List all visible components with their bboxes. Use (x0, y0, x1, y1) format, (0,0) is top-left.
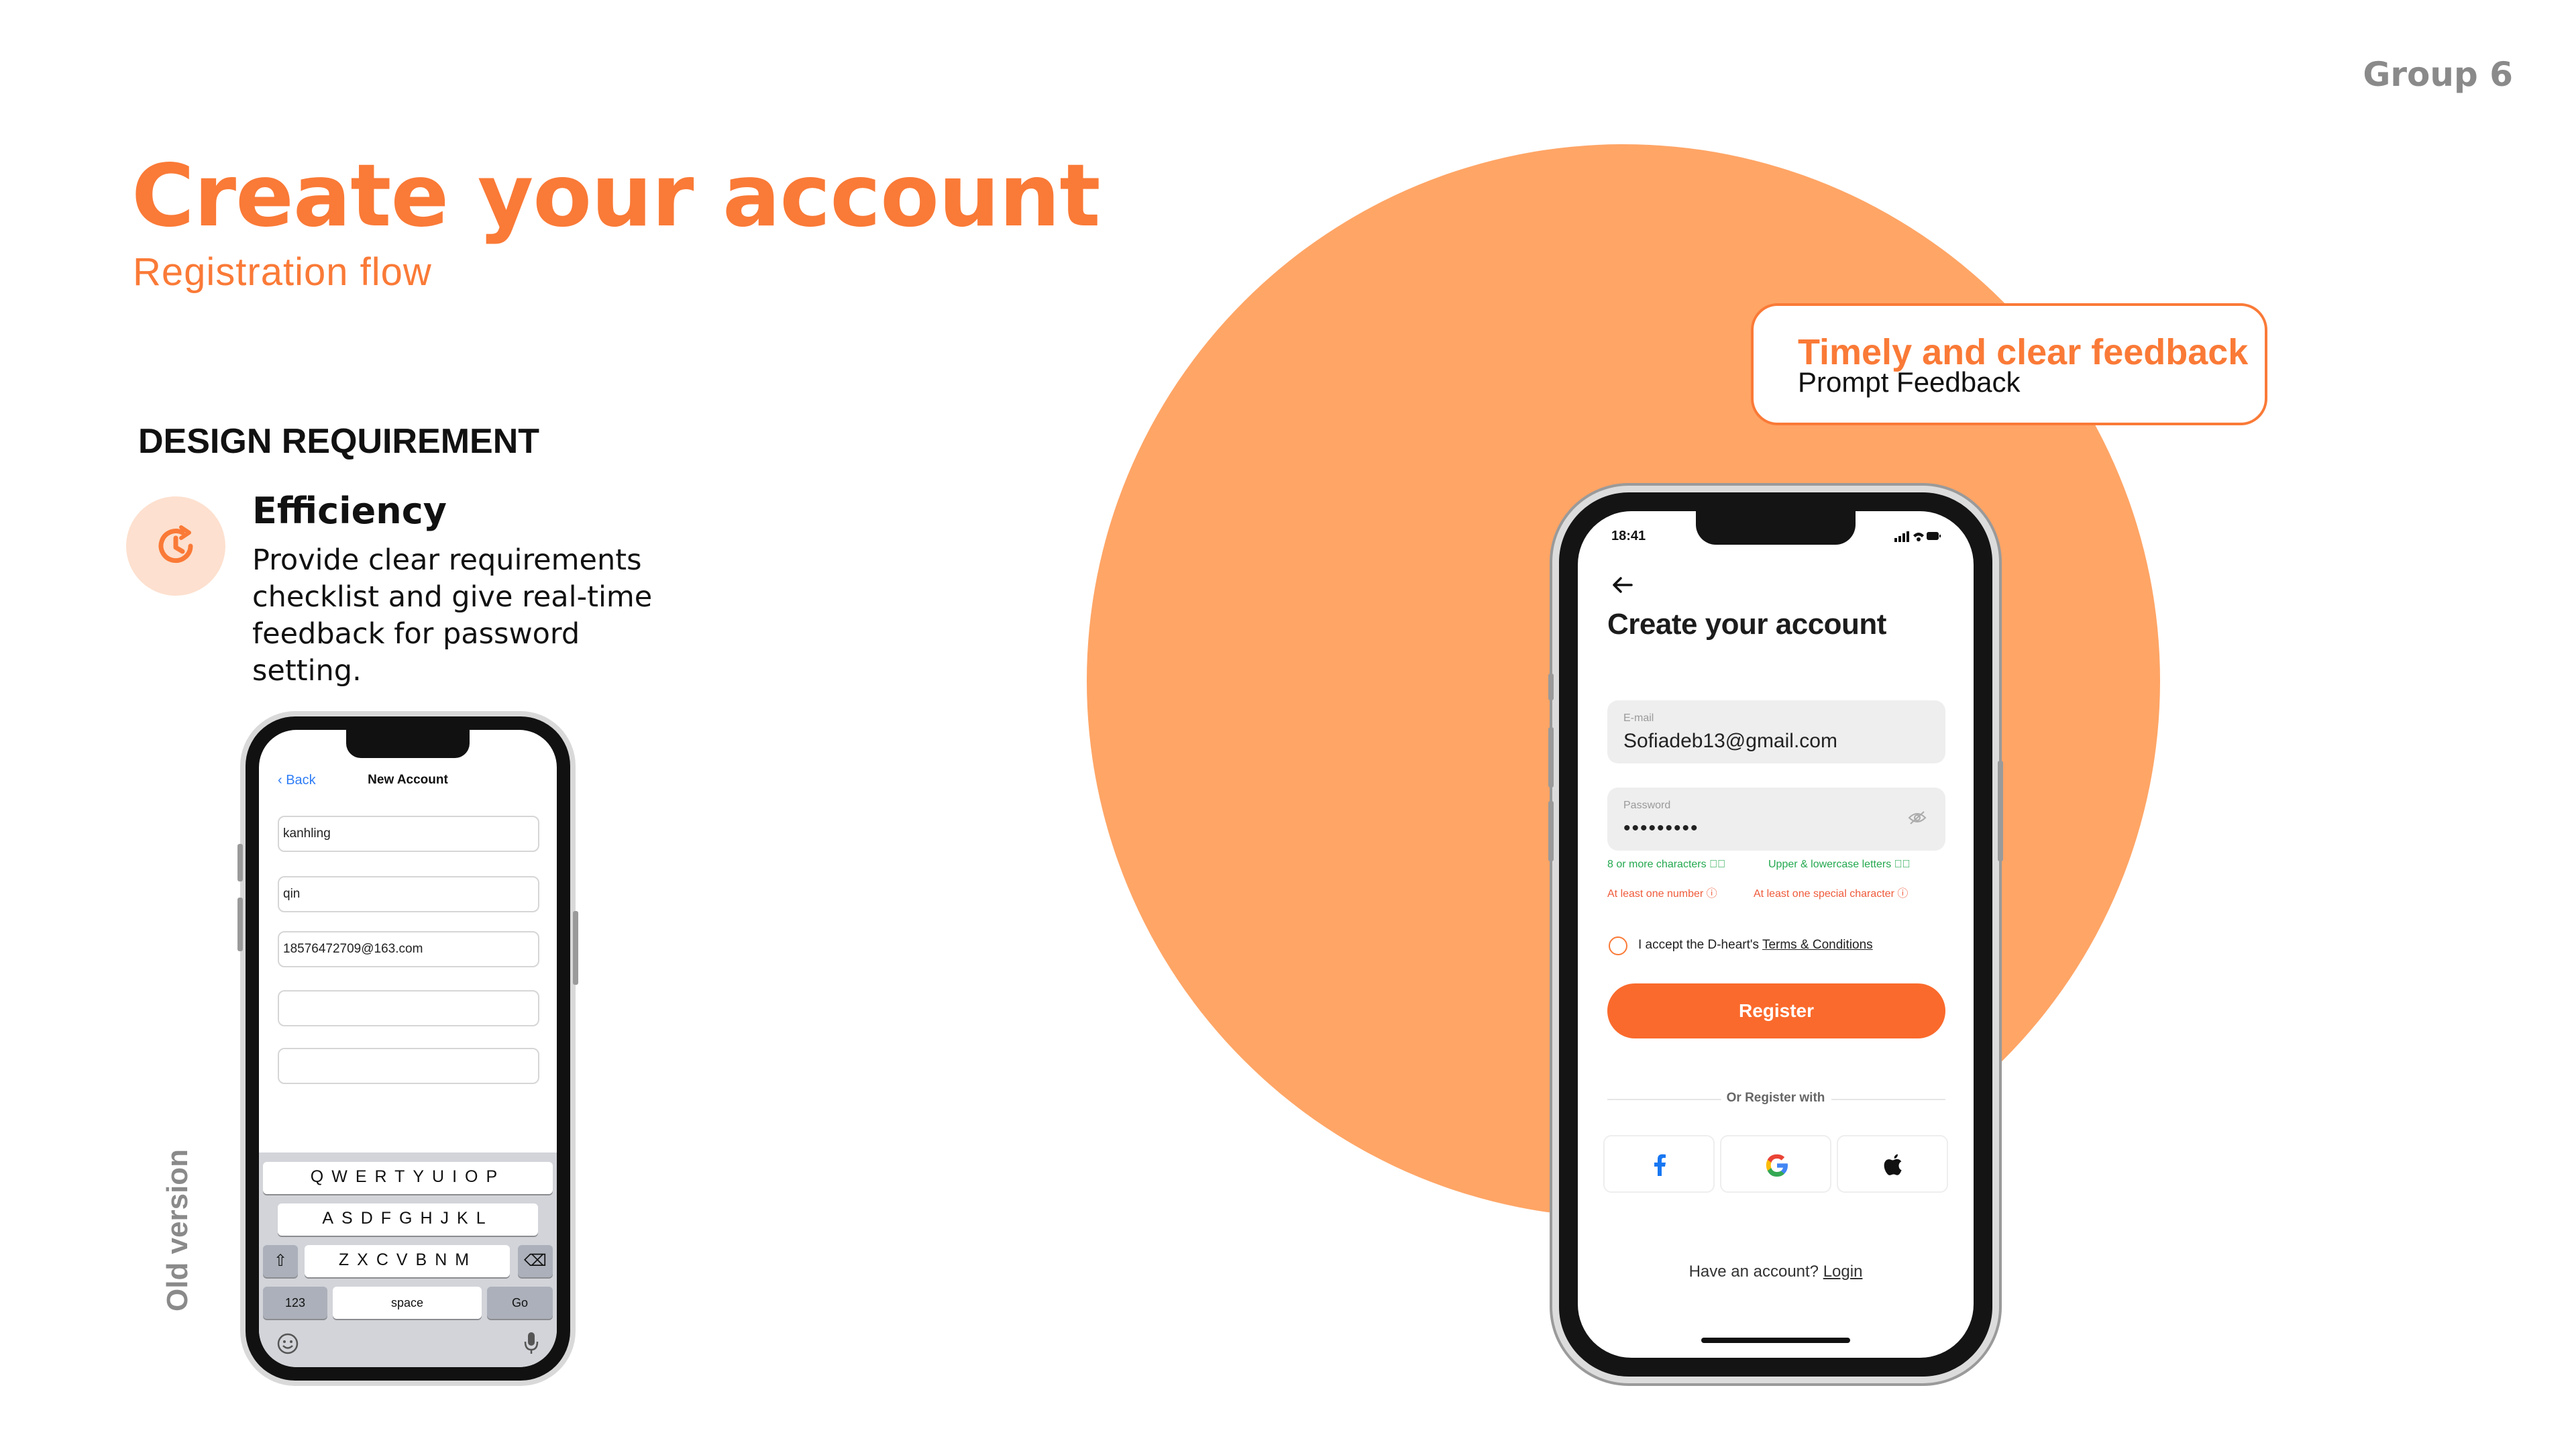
have-account-prefix: Have an account? (1688, 1263, 1823, 1281)
phone-notch (346, 730, 470, 758)
group-label: Group 6 (2363, 55, 2513, 94)
password-label: Password (1623, 800, 1671, 811)
login-link[interactable]: Login (1823, 1263, 1863, 1281)
phone-side-button (1548, 801, 1554, 861)
apple-icon (1884, 1154, 1902, 1175)
register-button[interactable]: Register (1607, 983, 1945, 1038)
keyboard-row-1[interactable]: QWERTYUIOP (259, 1167, 557, 1187)
check-number-text: At least one number (1607, 888, 1704, 900)
phone-notch (1696, 511, 1856, 545)
new-phone-screen: 18:41 Create your account E-mail Sofiade… (1578, 511, 1974, 1358)
check-special: At least one special character ⓘ (1754, 884, 1908, 900)
google-button[interactable] (1720, 1135, 1831, 1193)
phone-side-button (1548, 727, 1554, 788)
password-field[interactable] (278, 990, 539, 1026)
phone-side-button (1548, 674, 1554, 700)
check-number: At least one number ⓘ (1607, 884, 1717, 900)
backspace-icon: ⌫ (524, 1252, 547, 1270)
or-register-with: Or Register with (1726, 1091, 1825, 1105)
check-circle-icon: ✓⃝ (1894, 859, 1911, 870)
new-phone-mockup: 18:41 Create your account E-mail Sofiade… (1548, 492, 2003, 1377)
check-case-text: Upper & lowercase letters (1768, 859, 1892, 870)
back-label: Back (286, 773, 316, 788)
eye-off-icon[interactable] (1908, 810, 1927, 825)
warning-circle-icon: ⓘ (1897, 888, 1909, 900)
delete-key[interactable]: ⌫ (518, 1245, 553, 1277)
space-key[interactable]: space (333, 1287, 482, 1319)
callout-subtitle: Prompt Feedback (1798, 366, 2021, 398)
apple-button[interactable] (1837, 1135, 1948, 1193)
password-value: ••••••••• (1623, 817, 1699, 839)
design-requirement-heading: DESIGN REQUIREMENT (138, 422, 540, 461)
phone-side-button (1998, 761, 2003, 861)
email-label: E-mail (1623, 712, 1654, 724)
terms-prefix: I accept the D-heart's (1638, 938, 1762, 952)
email-input[interactable]: E-mail Sofiadeb13@gmail.com (1607, 700, 1945, 763)
home-indicator (1701, 1338, 1850, 1343)
terms-checkbox[interactable] (1609, 936, 1627, 955)
chevron-left-icon: ‹ (278, 773, 286, 788)
back-arrow-icon[interactable] (1611, 576, 1634, 598)
email-field[interactable]: 18576472709@163.com (278, 931, 539, 967)
first-name-field[interactable]: kanhling (278, 816, 539, 852)
back-button[interactable]: ‹ Back (278, 773, 316, 788)
confirm-password-field[interactable] (278, 1048, 539, 1084)
emoji-icon[interactable] (276, 1332, 299, 1355)
old-version-label: Old version (161, 1148, 194, 1311)
screen-title: Create your account (1607, 608, 1886, 641)
facebook-button[interactable] (1603, 1135, 1715, 1193)
slide-title: Create your account (131, 146, 1100, 246)
last-name-field[interactable]: qin (278, 876, 539, 912)
terms-text: I accept the D-heart's Terms & Condition… (1638, 938, 1873, 953)
signal-wifi-battery-icon (1894, 531, 1941, 542)
requirement-description: Provide clear requirements checklist and… (252, 543, 653, 688)
keyboard-row-2[interactable]: ASDFGHJKL (259, 1209, 557, 1228)
have-account-text: Have an account? Login (1578, 1263, 1974, 1281)
old-phone-screen: New Account ‹ Back kanhling qin 18576472… (259, 730, 557, 1367)
phone-side-button (237, 844, 243, 881)
check-special-text: At least one special character (1754, 888, 1894, 900)
slide-subtitle: Registration flow (133, 250, 432, 294)
keyboard-row-3[interactable]: ZXCVBNM (259, 1250, 557, 1270)
phone-side-button (237, 898, 243, 951)
facebook-icon (1654, 1154, 1666, 1176)
numbers-key[interactable]: 123 (263, 1287, 327, 1319)
check-circle-icon: ✓⃝ (1709, 859, 1726, 870)
password-input[interactable]: Password ••••••••• (1607, 788, 1945, 851)
go-key[interactable]: Go (487, 1287, 553, 1319)
google-icon (1766, 1154, 1788, 1177)
status-time: 18:41 (1611, 529, 1646, 543)
requirement-title: Efficiency (252, 490, 447, 532)
email-value: Sofiadeb13@gmail.com (1623, 730, 1837, 752)
check-length-text: 8 or more characters (1607, 859, 1707, 870)
check-case: Upper & lowercase letters ✓⃝ (1768, 859, 1911, 871)
clock-refresh-icon (126, 496, 225, 596)
status-icons (1894, 530, 1941, 545)
microphone-icon[interactable] (523, 1331, 539, 1355)
warning-circle-icon: ⓘ (1706, 888, 1717, 900)
keyboard: QWERTYUIOP ASDFGHJKL ⇧ ZXCVBNM ⌫ 123 spa… (259, 1152, 557, 1367)
check-length: 8 or more characters ✓⃝ (1607, 859, 1725, 871)
phone-side-button (573, 911, 578, 985)
old-phone-mockup: New Account ‹ Back kanhling qin 18576472… (237, 716, 578, 1381)
terms-link[interactable]: Terms & Conditions (1762, 938, 1873, 952)
feedback-callout: Timely and clear feedback Prompt Feedbac… (1751, 303, 2267, 425)
